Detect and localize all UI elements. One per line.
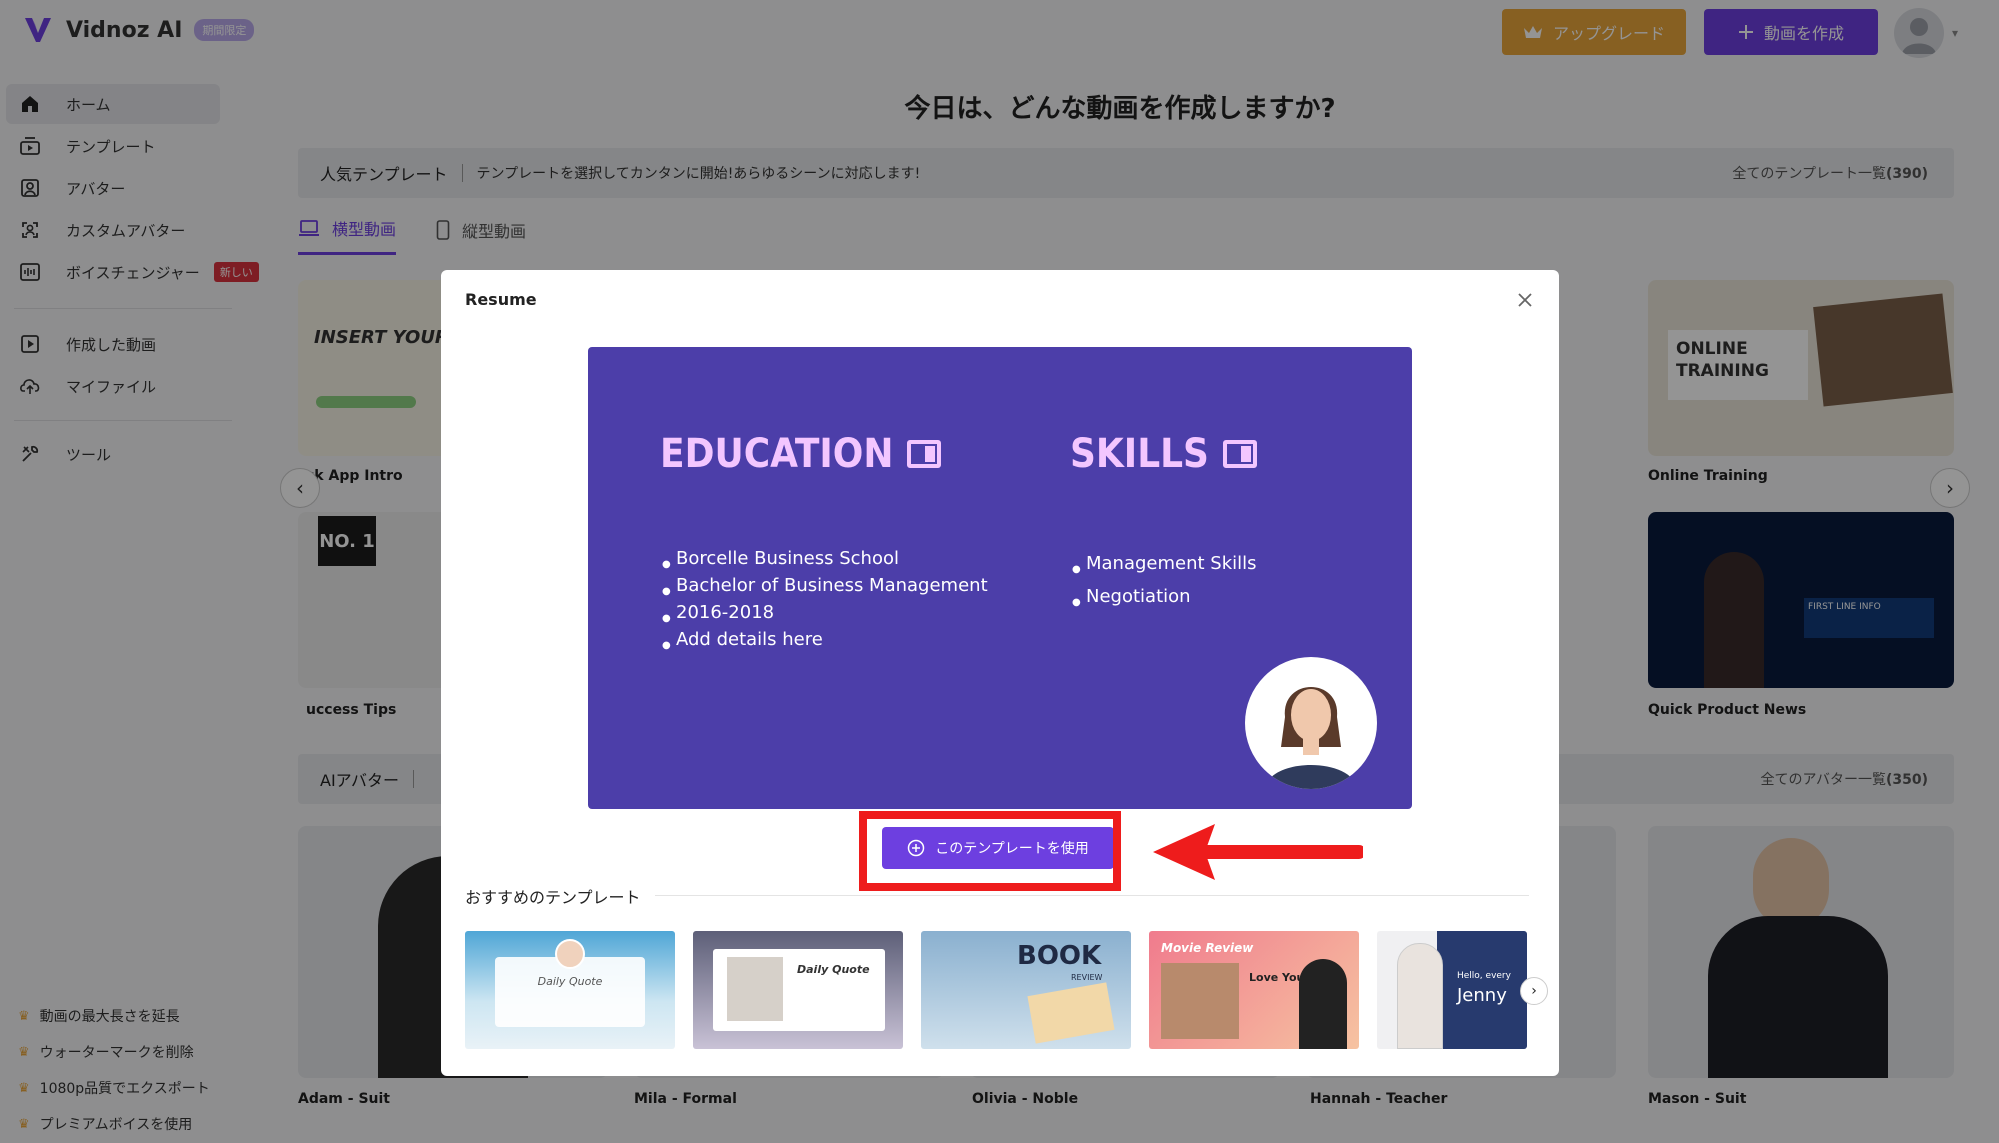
recommended-next-button[interactable]: › (1520, 977, 1548, 1005)
thumb-figure (1397, 943, 1443, 1049)
thumb-note (1027, 982, 1115, 1044)
list-item: Negotiation (1072, 580, 1257, 619)
recommended-thumb[interactable]: BOOK REVIEW (921, 931, 1131, 1049)
recommended-title: おすすめのテンプレート (465, 888, 641, 907)
screen-icon (907, 440, 942, 468)
recommended-thumb[interactable]: Daily Quote (693, 931, 903, 1049)
thumb-photo (1161, 963, 1239, 1039)
skills-list: Management Skills Negotiation (1072, 547, 1257, 619)
chevron-right-icon: › (1531, 983, 1537, 999)
close-icon (1518, 293, 1532, 307)
close-button[interactable] (1513, 288, 1537, 312)
template-preview: EDUCATION Borcelle Business School Bache… (588, 347, 1412, 809)
list-item: Bachelor of Business Management (662, 572, 988, 605)
list-item: Add details here (662, 626, 988, 659)
list-item: Borcelle Business School (662, 545, 988, 578)
education-heading: EDUCATION (660, 431, 942, 477)
skills-heading: SKILLS (1070, 431, 1257, 477)
template-preview-modal: Resume EDUCATION Borcelle Business Schoo… (441, 270, 1559, 1076)
thumb-figure (1299, 959, 1347, 1049)
recommended-thumb[interactable]: Hello, every Jenny (1377, 931, 1527, 1049)
recommended-thumb[interactable]: Movie Review Love You (1149, 931, 1359, 1049)
presenter-avatar (1245, 657, 1377, 789)
thumb-avatar (555, 939, 585, 969)
recommended-divider (655, 895, 1529, 896)
list-item: Management Skills (1072, 547, 1257, 586)
highlight-box (859, 811, 1121, 891)
screen-icon (1222, 440, 1257, 468)
presenter-figure (1265, 687, 1357, 789)
modal-title: Resume (465, 290, 537, 309)
thumb-photo (727, 957, 783, 1021)
list-item: 2016-2018 (662, 599, 988, 632)
recommended-thumb[interactable]: Daily Quote (465, 931, 675, 1049)
pointer-arrow-icon (1153, 824, 1363, 880)
education-list: Borcelle Business School Bachelor of Bus… (662, 545, 988, 659)
